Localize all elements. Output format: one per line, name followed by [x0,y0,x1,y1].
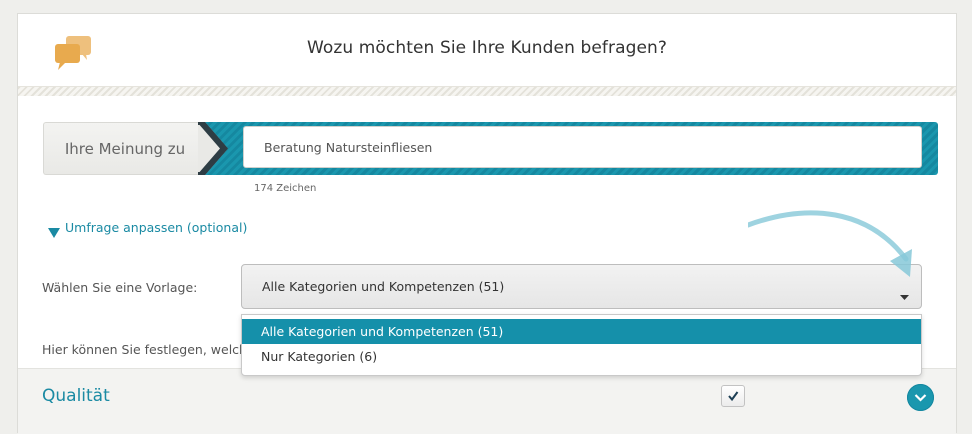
topic-label: Ihre Meinung zu [64,140,186,158]
hatched-divider [18,86,956,96]
survey-card: Wozu möchten Sie Ihre Kunden befragen? I… [17,13,957,434]
dropdown-option[interactable]: Alle Kategorien und Kompetenzen (51) [242,319,921,344]
topic-row: Ihre Meinung zu [43,120,938,177]
template-dropdown: Alle Kategorien und Kompetenzen (51) Nur… [241,314,922,376]
char-count: 174 Zeichen [254,183,317,194]
expand-button[interactable] [907,384,934,411]
section-checkbox[interactable] [721,385,745,407]
topic-input[interactable] [243,126,922,168]
triangle-down-icon [48,223,60,242]
dropdown-option[interactable]: Nur Kategorien (6) [242,344,921,369]
section-title: Qualität [42,386,110,406]
topic-label-box: Ihre Meinung zu [43,122,205,175]
hint-arrow-icon [745,209,928,293]
template-select-value: Alle Kategorien und Kompetenzen (51) [262,279,505,294]
chevron-down-icon [914,394,927,402]
section-quality: Qualität [18,368,956,434]
customize-label: Umfrage anpassen (optional) [65,220,248,235]
chevron-right-icon [198,120,228,179]
page-title: Wozu möchten Sie Ihre Kunden befragen? [306,38,668,58]
hint-text: Hier können Sie festlegen, welche [42,342,255,357]
template-label: Wählen Sie eine Vorlage: [42,280,198,295]
header: Wozu möchten Sie Ihre Kunden befragen? [18,14,956,86]
